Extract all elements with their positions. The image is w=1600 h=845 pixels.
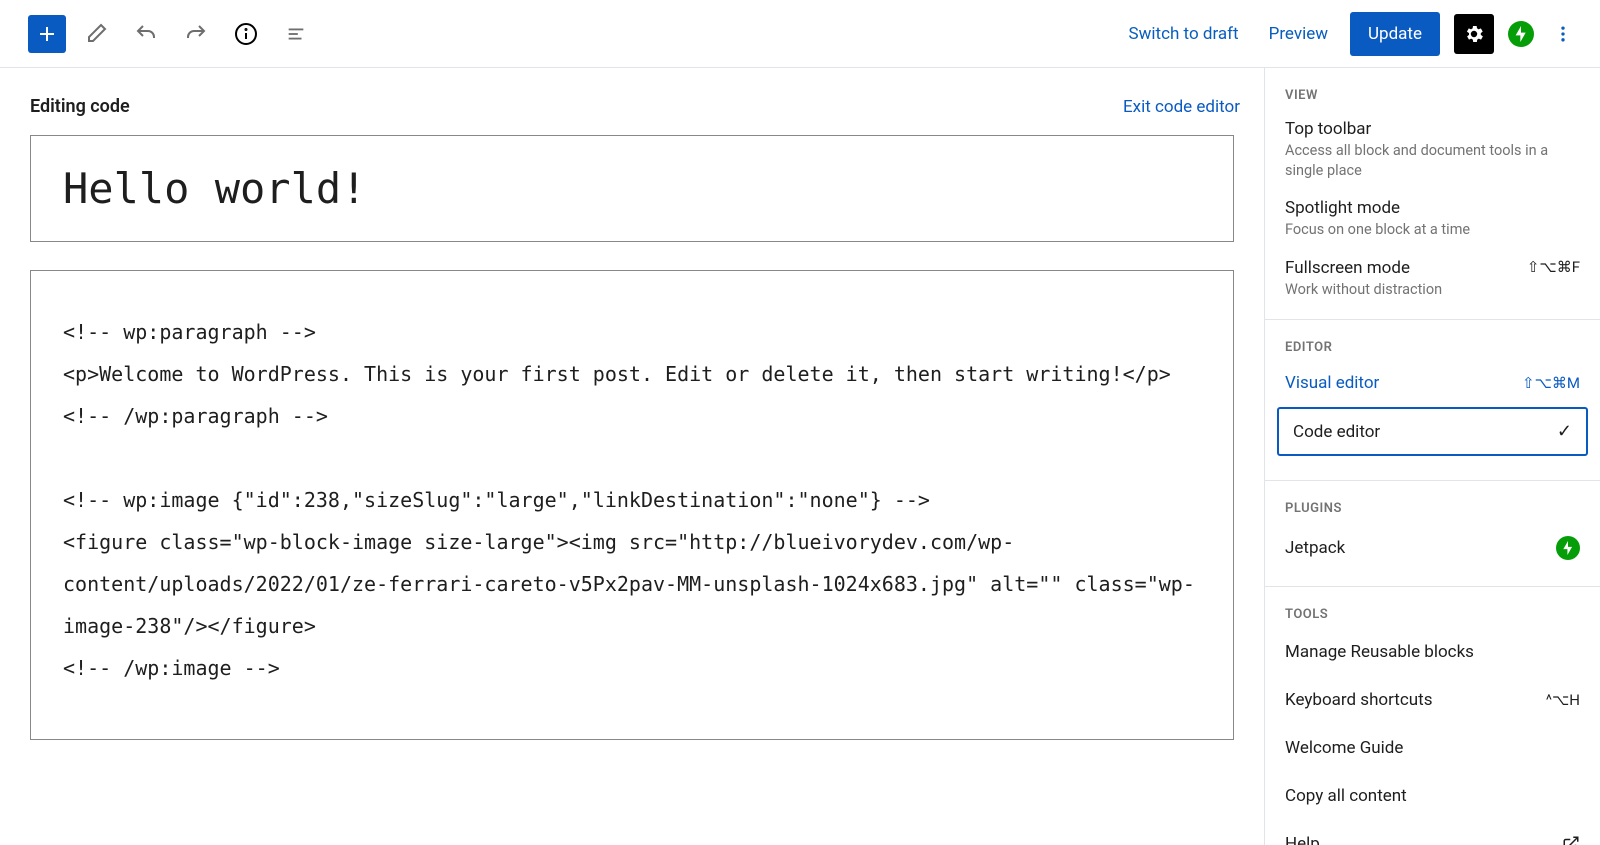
check-icon: ✓	[1557, 421, 1572, 442]
fullscreen-shortcut: ⇧⌥⌘F	[1527, 258, 1580, 276]
top-toolbar: Switch to draft Preview Update	[0, 0, 1600, 68]
welcome-guide[interactable]: Welcome Guide	[1265, 724, 1600, 772]
external-link-icon	[1562, 835, 1580, 845]
visual-editor-option[interactable]: Visual editor ⇧⌥⌘M	[1265, 361, 1600, 405]
tools-section-label: TOOLS	[1265, 587, 1600, 628]
code-editor-option[interactable]: Code editor ✓	[1277, 407, 1588, 456]
editor-area: Editing code Exit code editor Hello worl…	[0, 68, 1264, 845]
post-content-code[interactable]: <!-- wp:paragraph --> <p>Welcome to Word…	[30, 270, 1234, 740]
settings-button[interactable]	[1454, 14, 1494, 54]
options-sidebar: VIEW Top toolbar Access all block and do…	[1264, 68, 1600, 845]
editor-section-label: EDITOR	[1265, 320, 1600, 361]
keyboard-shortcuts[interactable]: Keyboard shortcuts ^⌥H	[1265, 676, 1600, 724]
options-menu-button[interactable]	[1548, 14, 1578, 54]
spotlight-mode-option[interactable]: Spotlight mode Focus on one block at a t…	[1265, 188, 1600, 248]
exit-code-editor-link[interactable]: Exit code editor	[1123, 97, 1240, 117]
top-toolbar-option[interactable]: Top toolbar Access all block and documen…	[1265, 109, 1600, 188]
switch-to-draft-link[interactable]: Switch to draft	[1121, 24, 1247, 44]
help-link[interactable]: Help	[1265, 820, 1600, 845]
visual-editor-shortcut: ⇧⌥⌘M	[1522, 374, 1580, 392]
post-title-input[interactable]: Hello world!	[30, 135, 1234, 242]
update-button[interactable]: Update	[1350, 12, 1440, 56]
editor-mode-heading: Editing code	[30, 96, 130, 117]
add-block-button[interactable]	[28, 15, 66, 53]
jetpack-icon	[1556, 536, 1580, 560]
jetpack-plugin-row[interactable]: Jetpack	[1265, 522, 1600, 574]
preview-link[interactable]: Preview	[1261, 24, 1336, 44]
fullscreen-mode-option[interactable]: Fullscreen mode Work without distraction…	[1265, 248, 1600, 308]
manage-reusable-blocks[interactable]: Manage Reusable blocks	[1265, 628, 1600, 676]
info-button[interactable]	[226, 14, 266, 54]
redo-button[interactable]	[176, 14, 216, 54]
copy-all-content[interactable]: Copy all content	[1265, 772, 1600, 820]
plugins-section-label: PLUGINS	[1265, 481, 1600, 522]
edit-icon[interactable]	[76, 14, 116, 54]
jetpack-button[interactable]	[1508, 21, 1534, 47]
outline-button[interactable]	[276, 14, 316, 54]
keyboard-shortcuts-key: ^⌥H	[1546, 691, 1580, 709]
undo-button[interactable]	[126, 14, 166, 54]
view-section-label: VIEW	[1265, 68, 1600, 109]
